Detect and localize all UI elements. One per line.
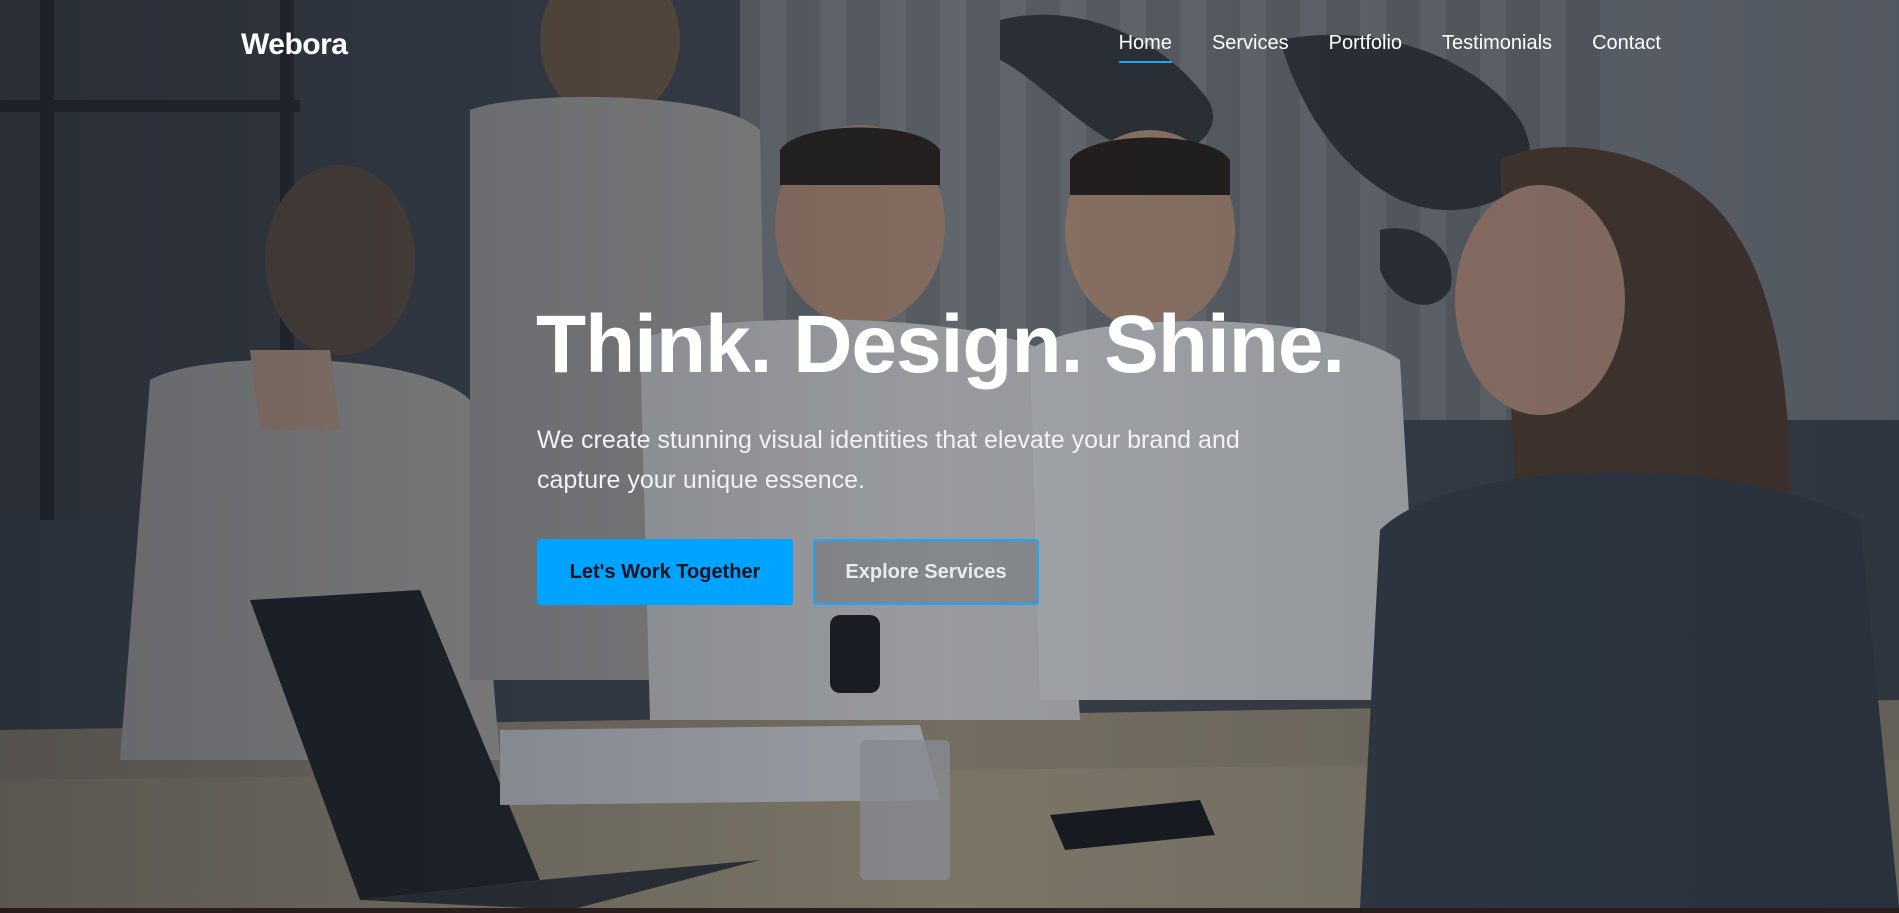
section-divider	[0, 908, 1899, 913]
nav-item-portfolio[interactable]: Portfolio	[1329, 32, 1402, 61]
brand-logo[interactable]: Webora	[241, 28, 348, 62]
hero-headline: Think. Design. Shine.	[536, 299, 1345, 390]
nav-item-home[interactable]: Home	[1118, 32, 1173, 63]
nav-item-testimonials[interactable]: Testimonials	[1442, 32, 1552, 61]
nav-item-services[interactable]: Services	[1212, 32, 1289, 61]
nav-item-contact[interactable]: Contact	[1592, 32, 1661, 61]
explore-services-button[interactable]: Explore Services	[813, 539, 1039, 605]
nav-menu: Home Services Portfolio Testimonials Con…	[1118, 32, 1661, 63]
top-navigation: Webora Home Services Portfolio Testimoni…	[0, 0, 1899, 92]
hero-subheadline: We create stunning visual identities tha…	[537, 426, 1240, 494]
hero-section: Webora Home Services Portfolio Testimoni…	[0, 0, 1899, 908]
work-together-button[interactable]: Let's Work Together	[537, 539, 793, 605]
